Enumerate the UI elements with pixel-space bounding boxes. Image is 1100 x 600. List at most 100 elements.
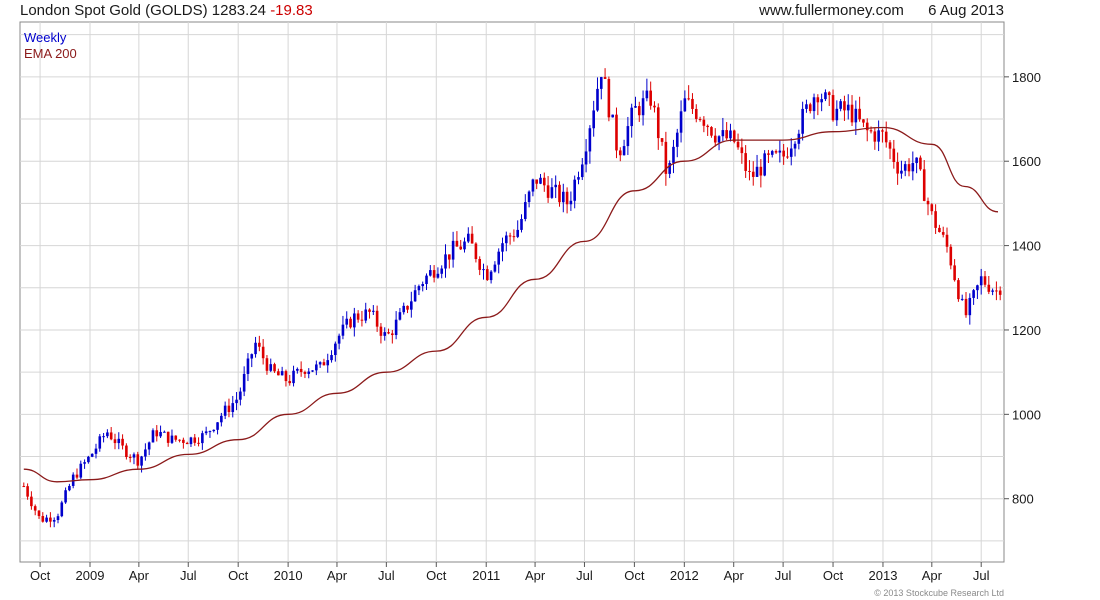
candle-body: [318, 362, 322, 365]
candle-body: [52, 520, 56, 522]
candle-body: [641, 98, 645, 116]
candle-body: [170, 435, 174, 443]
candle-body: [915, 157, 918, 164]
candle-body: [938, 227, 941, 233]
candle-body: [87, 456, 90, 463]
candle-body: [637, 106, 641, 116]
candle-body: [607, 78, 611, 118]
candle-body: [303, 371, 307, 374]
candle-body: [166, 431, 170, 443]
x-tick-label: Jul: [378, 568, 395, 583]
candle-body: [121, 438, 124, 446]
candle-body: [542, 177, 546, 186]
candle-body: [261, 346, 265, 359]
y-tick-label: 1600: [1012, 154, 1041, 169]
x-tick-label: Apr: [327, 568, 348, 583]
candle-body: [106, 432, 109, 437]
candle-body: [611, 114, 614, 118]
candle-body: [292, 370, 295, 384]
candle-body: [459, 246, 463, 250]
candle-body: [242, 373, 246, 392]
candle-body: [258, 342, 261, 347]
candle-body: [911, 163, 915, 172]
candle-body: [37, 510, 41, 517]
candle-body: [626, 126, 630, 147]
candle-body: [432, 270, 436, 278]
candle-body: [649, 90, 652, 106]
y-axis: 800 1000 1200 1400 1600 1800: [1004, 70, 1041, 507]
candle-body: [364, 309, 368, 321]
candle-body: [68, 485, 71, 491]
candle-body: [843, 101, 846, 111]
candle-body: [960, 298, 964, 300]
candle-body: [736, 141, 740, 148]
candle-body: [656, 107, 660, 139]
candle-body: [398, 312, 402, 320]
candle-body: [687, 98, 690, 100]
candle-body: [413, 290, 417, 302]
candle-body: [147, 442, 151, 450]
gold-price-chart: 80010001200140016001800 Oct 2009 Apr Jul Oct…: [19, 21, 1041, 583]
candle-body: [550, 187, 554, 198]
candle-body: [197, 442, 200, 444]
candle-body: [919, 157, 922, 170]
candle-body: [698, 118, 702, 120]
candle-body: [884, 131, 888, 143]
candle-body: [163, 431, 166, 433]
candle-body: [816, 97, 820, 103]
candle-body: [387, 332, 390, 334]
candle-body: [934, 211, 937, 228]
candle-body: [725, 130, 728, 139]
legend-ema: EMA 200: [24, 46, 77, 61]
candle-body: [22, 486, 26, 488]
x-tick-label: Apr: [525, 568, 546, 583]
candle-body: [968, 297, 972, 316]
candle-body: [140, 456, 143, 466]
candle-body: [615, 114, 618, 151]
candle-body: [216, 422, 219, 430]
candle-body: [706, 125, 709, 128]
candle-body: [584, 151, 588, 165]
x-tick-label: 2012: [670, 568, 699, 583]
candle-body: [98, 436, 102, 449]
candle-body: [881, 130, 884, 132]
candle-body: [128, 457, 132, 459]
candle-body: [379, 326, 383, 336]
candle-body: [193, 437, 197, 443]
candle-body: [125, 445, 128, 458]
candle-body: [269, 364, 273, 371]
x-tick-label: Jul: [973, 568, 990, 583]
candle-body: [660, 138, 664, 142]
candle-body: [835, 108, 839, 121]
candle-body: [239, 391, 242, 400]
candle-body: [930, 204, 934, 212]
candle-body: [470, 233, 474, 244]
candle-body: [250, 354, 254, 359]
candle-body: [182, 439, 185, 443]
x-tick-label: Apr: [129, 568, 150, 583]
candle-body: [869, 130, 873, 132]
y-tick-label: 1400: [1012, 239, 1041, 254]
candle-body: [208, 431, 212, 433]
candle-body: [284, 371, 288, 382]
candle-body: [789, 148, 793, 157]
candle-body: [353, 313, 356, 328]
x-tick-label: 2010: [274, 568, 303, 583]
copyright-note: © 2013 Stockcube Research Ltd: [874, 588, 1004, 598]
candle-body: [174, 435, 178, 440]
plot-frame: [19, 21, 1005, 563]
candle-body: [748, 170, 751, 172]
candle-body: [505, 235, 508, 244]
candle-body: [778, 150, 782, 153]
candle-body: [189, 437, 193, 445]
x-tick-label: Jul: [576, 568, 593, 583]
candle-body: [558, 184, 561, 203]
y-tick-label: 1200: [1012, 323, 1041, 338]
candle-body: [561, 191, 565, 203]
legend-weekly: Weekly: [24, 30, 67, 45]
candle-body: [512, 236, 516, 238]
candle-body: [273, 364, 276, 372]
candle-body: [440, 268, 444, 274]
candle-body: [330, 355, 333, 361]
y-tick-label: 1800: [1012, 70, 1041, 85]
